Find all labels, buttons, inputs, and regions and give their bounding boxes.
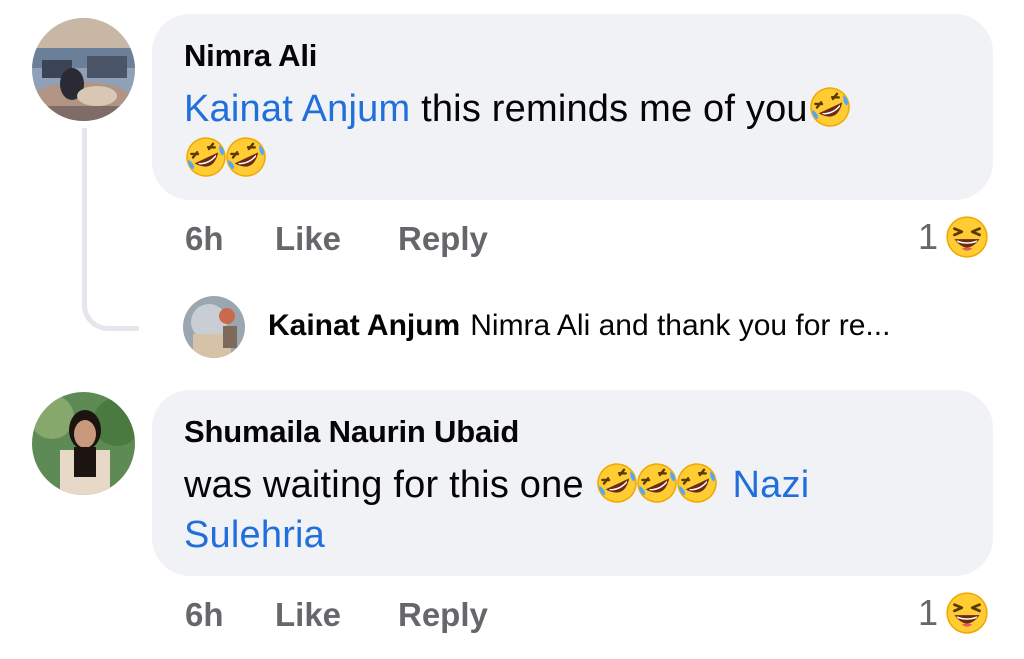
reaction-summary[interactable]: 1: [918, 590, 990, 636]
comment-actions: 6h Like Reply: [0, 220, 1024, 264]
laughing-squint-emoji-icon: [944, 214, 990, 260]
comment-author[interactable]: Shumaila Naurin Ubaid: [184, 412, 963, 452]
reply-button[interactable]: Reply: [398, 596, 488, 634]
rolling-laughing-emoji-icon: [808, 85, 852, 129]
reply-snippet: Nimra Ali and thank you for re...: [470, 309, 891, 342]
reply-preview[interactable]: Kainat Anjum Nimra Ali and thank you for …: [268, 309, 890, 343]
rolling-laughing-emoji-icon: [595, 461, 639, 505]
comment-text: was waiting for this one Nazi Sulehria: [184, 460, 963, 560]
mention-link[interactable]: Nazi: [733, 464, 810, 506]
comment-body-text: was waiting for this one: [184, 464, 595, 506]
reaction-summary[interactable]: 1: [918, 214, 990, 260]
reaction-count: 1: [918, 592, 939, 633]
comment-actions: 6h Like Reply: [0, 596, 1024, 640]
comment-author[interactable]: Nimra Ali: [184, 36, 963, 76]
rolling-laughing-emoji-icon: [184, 135, 228, 179]
rolling-laughing-emoji-icon: [635, 461, 679, 505]
reaction-count: 1: [918, 216, 939, 257]
mention-link[interactable]: Sulehria: [184, 514, 325, 556]
comment-timestamp: 6h: [185, 596, 224, 633]
rolling-laughing-emoji-icon: [224, 135, 268, 179]
reply-author: Kainat Anjum: [268, 309, 461, 342]
comment-body-text: this reminds me of you: [410, 88, 808, 130]
comment-bubble: Shumaila Naurin Ubaid was waiting for th…: [152, 390, 993, 576]
like-button[interactable]: Like: [275, 220, 341, 258]
avatar-shumaila-naurin-ubaid[interactable]: [32, 392, 135, 495]
rolling-laughing-emoji-icon: [675, 461, 719, 505]
comment-bubble: Nimra Ali Kainat Anjum this reminds me o…: [152, 14, 993, 200]
avatar-nimra-ali[interactable]: [32, 18, 135, 121]
comment-text: Kainat Anjum this reminds me of you: [184, 84, 963, 184]
like-button[interactable]: Like: [275, 596, 341, 634]
comment-timestamp: 6h: [185, 220, 224, 257]
reply-button[interactable]: Reply: [398, 220, 488, 258]
mention-link[interactable]: Kainat Anjum: [184, 88, 410, 130]
laughing-squint-emoji-icon: [944, 590, 990, 636]
avatar-kainat-anjum[interactable]: [183, 296, 245, 358]
